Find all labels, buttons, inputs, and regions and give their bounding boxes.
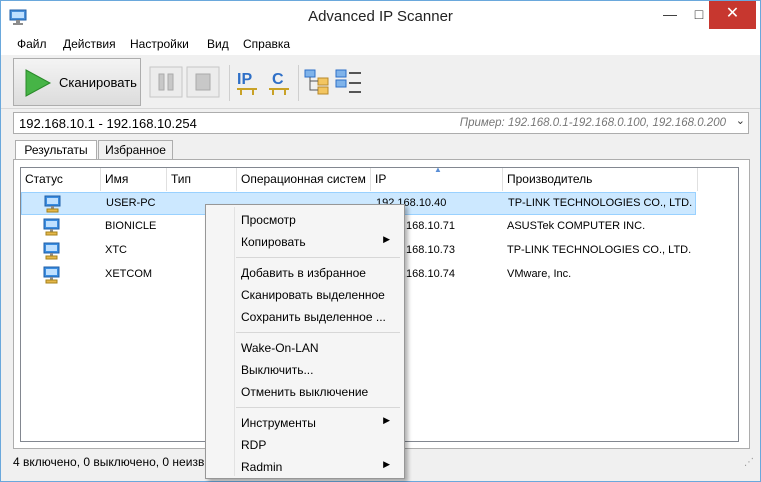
resize-grip-icon[interactable]: ⋰: [744, 457, 754, 468]
computer-icon: [44, 195, 61, 213]
ip-range-input[interactable]: 192.168.10.1 - 192.168.10.254 Пример: 19…: [13, 112, 749, 134]
menu-item-copy[interactable]: Копировать ▶: [206, 231, 404, 253]
menu-item-label: Добавить в избранное: [241, 266, 366, 280]
app-window: Advanced IP Scanner — □ ✕ Файл Действия …: [0, 0, 761, 482]
menu-separator: [236, 332, 400, 333]
tab-favorites[interactable]: Избранное: [98, 140, 173, 160]
ip-range-hint: Пример: 192.168.0.1-192.168.0.100, 192.1…: [459, 117, 726, 129]
menu-item-view[interactable]: Просмотр: [206, 209, 404, 231]
menu-item-label: Отменить выключение: [241, 385, 369, 399]
menu-item-label: Выключить...: [241, 363, 314, 377]
computer-icon: [43, 218, 60, 236]
menu-item-shutdown[interactable]: Выключить...: [206, 359, 404, 381]
expand-all-button[interactable]: [304, 68, 338, 100]
tab-results[interactable]: Результаты: [15, 140, 97, 161]
svg-text:IP: IP: [237, 71, 252, 88]
title-bar: Advanced IP Scanner — □ ✕: [1, 1, 760, 33]
menu-item-label: Инструменты: [241, 416, 316, 430]
toolbar-separator: [298, 65, 299, 101]
menu-item-label: Сохранить выделенное ...: [241, 310, 386, 324]
menu-item-label: Radmin: [241, 460, 283, 474]
row-vendor: ASUSTek COMPUTER INC.: [507, 220, 646, 232]
svg-text:C: C: [272, 71, 284, 88]
row-vendor: TP-LINK TECHNOLOGIES CO., LTD.: [508, 197, 693, 209]
scan-button[interactable]: Сканировать: [13, 58, 141, 106]
row-name: BIONICLE: [105, 220, 157, 232]
column-header-name[interactable]: Имя: [101, 168, 167, 191]
menu-view[interactable]: Вид: [207, 37, 229, 51]
row-vendor: VMware, Inc.: [507, 268, 572, 280]
menu-item-label: Просмотр: [241, 213, 296, 227]
submenu-arrow-icon: ▶: [383, 415, 390, 425]
computer-icon: [43, 266, 60, 284]
menu-settings[interactable]: Настройки: [130, 37, 189, 51]
class-c-button[interactable]: C: [267, 67, 301, 99]
column-header-vendor[interactable]: Производитель: [503, 168, 698, 191]
tree-expand-icon: [304, 69, 329, 95]
status-text: 4 включено, 0 выключено, 0 неизв: [13, 455, 205, 469]
menu-separator: [236, 257, 400, 258]
menu-item-add-favorite[interactable]: Добавить в избранное: [206, 262, 404, 284]
ip-icon: IP: [237, 71, 257, 95]
row-vendor: TP-LINK TECHNOLOGIES CO., LTD.: [507, 244, 692, 256]
pause-button[interactable]: [149, 66, 183, 98]
menu-item-abort-shutdown[interactable]: Отменить выключение: [206, 381, 404, 403]
toolbar: Сканировать IP C: [1, 55, 760, 109]
stop-button[interactable]: [186, 66, 220, 98]
menu-file[interactable]: Файл: [17, 37, 47, 51]
stop-icon: [186, 66, 220, 98]
scan-button-label: Сканировать: [59, 75, 137, 90]
menu-item-wake-on-lan[interactable]: Wake-On-LAN: [206, 337, 404, 359]
row-name: XETCOM: [105, 268, 153, 280]
column-header-os[interactable]: Операционная систем: [237, 168, 371, 191]
play-icon: [25, 69, 52, 97]
minimize-icon[interactable]: —: [656, 1, 684, 29]
menu-item-label: Wake-On-LAN: [241, 341, 319, 355]
menu-item-label: RDP: [241, 438, 267, 452]
menu-item-radmin[interactable]: Radmin ▶: [206, 456, 404, 478]
toolbar-separator: [229, 65, 230, 101]
menu-help[interactable]: Справка: [243, 37, 290, 51]
pause-icon: [149, 66, 183, 98]
ip-class-button[interactable]: IP: [235, 67, 269, 99]
menu-actions[interactable]: Действия: [63, 37, 116, 51]
menu-item-save-selected[interactable]: Сохранить выделенное ...: [206, 306, 404, 328]
close-icon[interactable]: ✕: [709, 1, 756, 29]
list-view-icon: [335, 69, 361, 93]
menu-item-rdp[interactable]: RDP: [206, 434, 404, 456]
computer-icon: [43, 242, 60, 260]
sort-ascending-icon: ▲: [434, 165, 442, 174]
column-header-status[interactable]: Статус: [21, 168, 101, 191]
row-ip: .168.10.73: [403, 244, 455, 256]
context-menu: Просмотр Копировать ▶ Добавить в избранн…: [205, 204, 405, 479]
menu-item-label: Копировать: [241, 235, 306, 249]
subnet-c-icon: C: [269, 71, 289, 95]
row-name: USER-PC: [106, 197, 156, 209]
chevron-down-icon[interactable]: ⌄: [736, 114, 745, 127]
submenu-arrow-icon: ▶: [383, 459, 390, 469]
row-ip: .168.10.71: [403, 220, 455, 232]
menu-separator: [236, 407, 400, 408]
column-header-type[interactable]: Тип: [167, 168, 237, 191]
menu-bar: Файл Действия Настройки Вид Справка: [1, 33, 760, 55]
menu-item-label: Сканировать выделенное: [241, 288, 385, 302]
submenu-arrow-icon: ▶: [383, 234, 390, 244]
window-title: Advanced IP Scanner: [308, 8, 453, 25]
row-name: XTC: [105, 244, 127, 256]
ip-range-value: 192.168.10.1 - 192.168.10.254: [19, 116, 197, 131]
collapse-all-button[interactable]: [335, 68, 369, 100]
menu-item-scan-selected[interactable]: Сканировать выделенное: [206, 284, 404, 306]
row-ip: .168.10.74: [403, 268, 455, 280]
menu-item-tools[interactable]: Инструменты ▶: [206, 412, 404, 434]
